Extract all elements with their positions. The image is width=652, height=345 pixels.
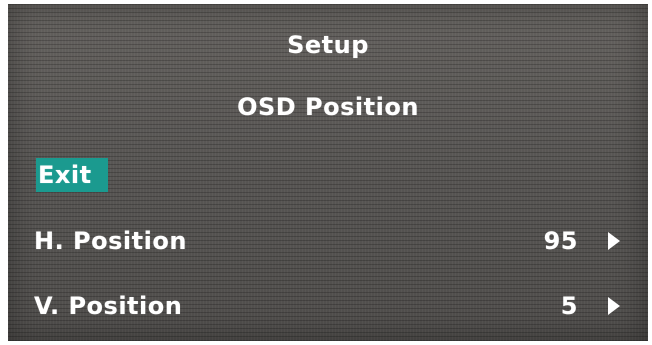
right-triangle-icon[interactable] [608,297,620,315]
osd-menu-screen: Setup OSD Position Exit H. Position 95 V… [8,4,648,341]
menu-title: Setup [287,31,369,59]
v-position-label[interactable]: V. Position [34,291,182,321]
exit-menu-item[interactable]: Exit [36,158,108,192]
v-position-value: 5 [560,292,578,320]
h-position-label[interactable]: H. Position [34,226,187,256]
menu-subtitle: OSD Position [237,93,419,121]
h-position-value: 95 [543,227,578,255]
right-triangle-icon[interactable] [608,232,620,250]
exit-label: Exit [38,161,92,189]
